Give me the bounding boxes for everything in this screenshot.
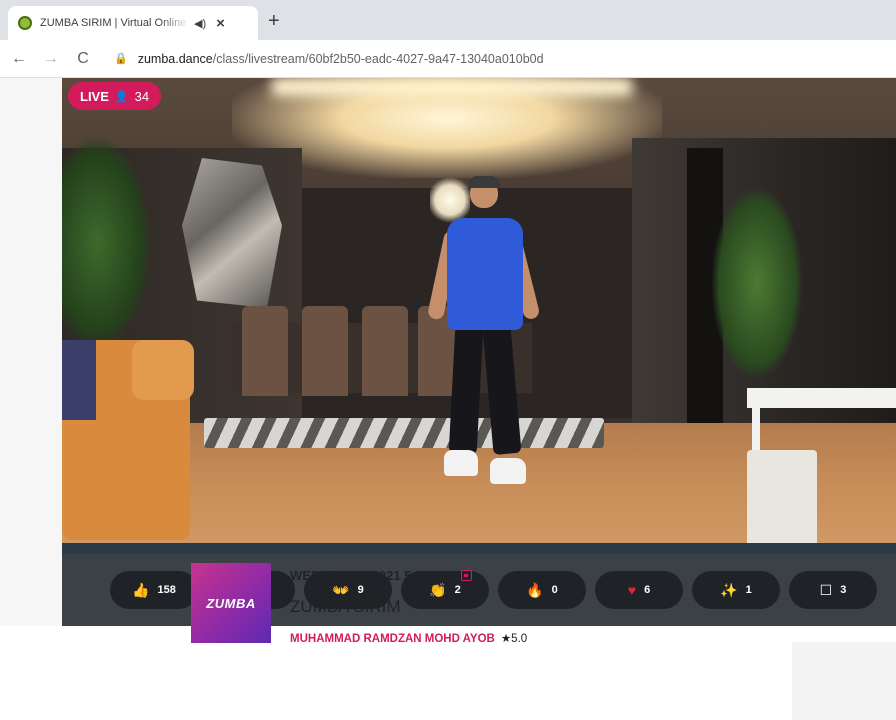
scene-mirror [182,158,282,308]
thumbs-up-icon: 👍 [132,582,150,598]
zumba-favicon-icon [18,16,32,30]
url-text[interactable]: zumba.dance/class/livestream/60bf2b50-ea… [138,52,544,66]
fire-icon: 🔥 [526,582,544,598]
waving-hands-icon: 👐 [332,582,350,598]
reload-button[interactable]: C [70,50,96,68]
live-badge: LIVE 👤 34 [68,82,162,110]
logo-text: ZUMBA [206,595,256,611]
heart-icon: ♥ [627,582,637,598]
dancer-cap [468,176,500,188]
scene-rug [204,418,604,448]
scene-chair [302,306,348,396]
viewer-count: 34 [134,88,150,104]
scene-chair [362,306,408,396]
scene-floor-edge [62,543,896,554]
instructor-link[interactable]: MUHAMMAD RAMDZAN MOHD AYOB [290,633,495,645]
reaction-count: 6 [644,584,651,596]
reaction-sparkle-button[interactable]: ✨ 1 [692,571,780,609]
viewer-icon: 👤 [114,90,129,103]
reaction-fire-button[interactable]: 🔥 0 [498,571,586,609]
class-date: WED, JUN 9, 2021 5:05 PM [290,568,454,583]
page: LIVE 👤 34 👍 158 👎 0 👐 9 👏 2 🔥 0 ♥ 6 [0,78,896,720]
reaction-count: 0 [551,584,558,596]
scene-plant-left [62,138,150,348]
speaker-icon[interactable]: ◀) [194,17,206,30]
dancer-torso [447,218,523,330]
scene-sofa-arm [132,340,194,400]
calendar-icon[interactable] [461,570,473,581]
class-date-row: WED, JUN 9, 2021 5:05 PM [290,568,473,583]
livestream-video[interactable] [62,78,896,554]
reaction-heart-button[interactable]: ♥ 6 [595,571,683,609]
tab-close-icon[interactable]: × [216,15,225,32]
back-button[interactable]: ← [6,50,32,68]
lock-icon[interactable]: 🔒 [114,52,128,65]
reaction-count: 1 [745,584,752,596]
reaction-square-button[interactable]: ☐ 3 [789,571,877,609]
live-label: LIVE [80,88,109,104]
instructor-rating: ★5.0 [500,633,528,645]
scene-shelf [747,388,896,408]
scene-light-strip [272,78,632,96]
forward-button[interactable]: → [38,50,64,68]
dancer-shoe-left [444,450,478,476]
zumba-logo: ZUMBA [191,563,271,643]
browser-tab[interactable]: ZUMBA SIRIM | Virtual Online ◀) × [8,6,258,40]
clapping-icon: 👏 [429,582,447,598]
square-icon: ☐ [819,582,833,598]
scene-basket [747,450,817,550]
class-name: ZUMBA SIRIM [290,597,401,616]
left-gutter [0,78,62,626]
scene-cushion [62,340,96,420]
reaction-count: 9 [357,584,364,596]
tab-title: ZUMBA SIRIM | Virtual Online [40,17,187,29]
reaction-count: 158 [157,584,176,596]
new-tab-button[interactable]: + [268,10,280,33]
browser-tabstrip: ZUMBA SIRIM | Virtual Online ◀) × + [0,0,896,40]
side-panel [792,642,896,720]
url-path: /class/livestream/60bf2b50-eadc-4027-9a4… [212,51,544,66]
instructor-row: MUHAMMAD RAMDZAN MOHD AYOB ★5.0 [290,631,527,645]
browser-toolbar: ← → C 🔒 zumba.dance/class/livestream/60b… [0,40,896,78]
sparkle-icon: ✨ [720,582,738,598]
reaction-count: 2 [454,584,461,596]
reaction-count: 3 [840,584,847,596]
reaction-thumbs-up-button[interactable]: 👍 158 [110,571,198,609]
dancer-shoe-right [490,458,526,484]
scene-chair [242,306,288,396]
address-bar[interactable]: 🔒 zumba.dance/class/livestream/60bf2b50-… [114,45,544,73]
scene-plant-right [712,188,802,378]
reactions-bar: 👍 158 👎 0 👐 9 👏 2 🔥 0 ♥ 6 ✨ 1 ☐ 3 [62,554,896,626]
url-domain: zumba.dance [137,51,213,66]
